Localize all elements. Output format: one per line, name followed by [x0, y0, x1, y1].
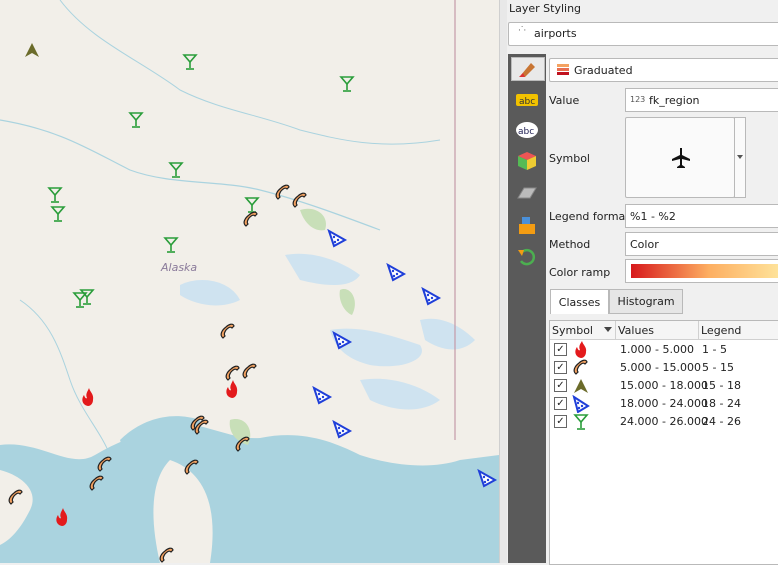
class-checkbox[interactable]: ✓ — [554, 343, 567, 356]
class-legend: 18 - 24 — [702, 397, 741, 410]
renderer-name: Graduated — [574, 64, 633, 77]
symbol-dropdown-arrow[interactable] — [734, 117, 746, 198]
value-field-select[interactable]: 123 fk_region — [625, 88, 778, 112]
fire-icon — [575, 341, 587, 358]
map-canvas[interactable]: Alaska — [0, 0, 499, 563]
layer-select[interactable]: ·˙· airports — [508, 22, 778, 46]
point-layer-icon: ·˙· — [518, 26, 526, 36]
classes-table: Symbol Values Legend ✓ 1.000 - 5.000 1 -… — [549, 320, 778, 565]
color-ramp-select[interactable] — [625, 259, 778, 283]
tab-classes[interactable]: Classes — [550, 289, 609, 314]
legend-format-value: %1 - %2 — [630, 210, 676, 223]
class-checkbox[interactable]: ✓ — [554, 397, 567, 410]
airplane-icon — [672, 147, 690, 168]
method-select[interactable]: Color — [625, 232, 778, 256]
class-checkbox[interactable]: ✓ — [554, 379, 567, 392]
phone-icon — [573, 359, 588, 375]
column-values[interactable]: Values — [618, 324, 654, 337]
class-checkbox[interactable]: ✓ — [554, 415, 567, 428]
mountain-marker — [25, 43, 39, 57]
class-values: 18.000 - 24.000 — [620, 397, 708, 410]
symbol-button[interactable] — [625, 117, 735, 198]
graduated-icon — [557, 64, 569, 75]
symbology-icon[interactable] — [511, 57, 545, 81]
value-field-name: fk_region — [649, 94, 700, 107]
mountain-icon — [574, 379, 588, 393]
style-toolbar: abc abc — [508, 54, 546, 563]
value-label: Value — [549, 94, 580, 107]
class-values: 15.000 - 18.000 — [620, 379, 708, 392]
table-row[interactable]: ✓ 15.000 - 18.000 15 - 18 — [550, 377, 778, 395]
table-header: Symbol Values Legend — [550, 321, 778, 340]
column-symbol[interactable]: Symbol — [552, 324, 593, 337]
masks-icon[interactable]: abc — [515, 119, 539, 141]
color-ramp-gradient — [631, 264, 778, 278]
fields-icon[interactable] — [515, 214, 539, 236]
class-legend: 24 - 26 — [702, 415, 741, 428]
svg-text:abc: abc — [519, 97, 535, 107]
table-row[interactable]: ✓ 5.000 - 15.000 5 - 15 — [550, 359, 778, 377]
table-row[interactable]: ✓ 1.000 - 5.000 1 - 5 — [550, 341, 778, 359]
svg-text:abc: abc — [518, 127, 534, 137]
method-label: Method — [549, 238, 591, 251]
class-checkbox[interactable]: ✓ — [554, 361, 567, 374]
legend-format-input[interactable]: %1 - %2 — [625, 204, 778, 228]
diagrams-icon[interactable] — [515, 182, 539, 204]
symbol-label: Symbol — [549, 152, 590, 165]
region-label: Alaska — [161, 261, 198, 274]
table-row[interactable]: ✓ 24.000 - 26.000 24 - 26 — [550, 413, 778, 431]
history-icon[interactable] — [515, 246, 539, 268]
class-values: 24.000 - 26.000 — [620, 415, 708, 428]
class-values: 5.000 - 15.000 — [620, 361, 701, 374]
method-value: Color — [630, 238, 659, 251]
class-legend: 15 - 18 — [702, 379, 741, 392]
color-ramp-label: Color ramp — [549, 266, 611, 279]
sort-arrow-icon — [604, 327, 612, 332]
layer-styling-panel: Layer Styling ·˙· airports abc abc Gradu… — [507, 0, 778, 565]
table-row[interactable]: ✓ 18.000 - 24.000 18 - 24 — [550, 395, 778, 413]
cocktail-icon — [573, 414, 589, 430]
layer-name: airports — [534, 27, 577, 40]
class-legend: 5 - 15 — [702, 361, 734, 374]
pizza-icon — [572, 395, 590, 413]
column-legend[interactable]: Legend — [701, 324, 741, 337]
panel-title: Layer Styling — [509, 2, 582, 15]
class-legend: 1 - 5 — [702, 343, 727, 356]
tab-histogram[interactable]: Histogram — [609, 289, 683, 314]
field-type-badge: 123 — [630, 95, 646, 104]
3d-view-icon[interactable] — [515, 150, 539, 172]
labels-icon[interactable]: abc — [515, 89, 539, 111]
renderer-select[interactable]: Graduated — [549, 58, 778, 82]
legend-format-label: Legend format — [549, 210, 630, 223]
class-values: 1.000 - 5.000 — [620, 343, 694, 356]
